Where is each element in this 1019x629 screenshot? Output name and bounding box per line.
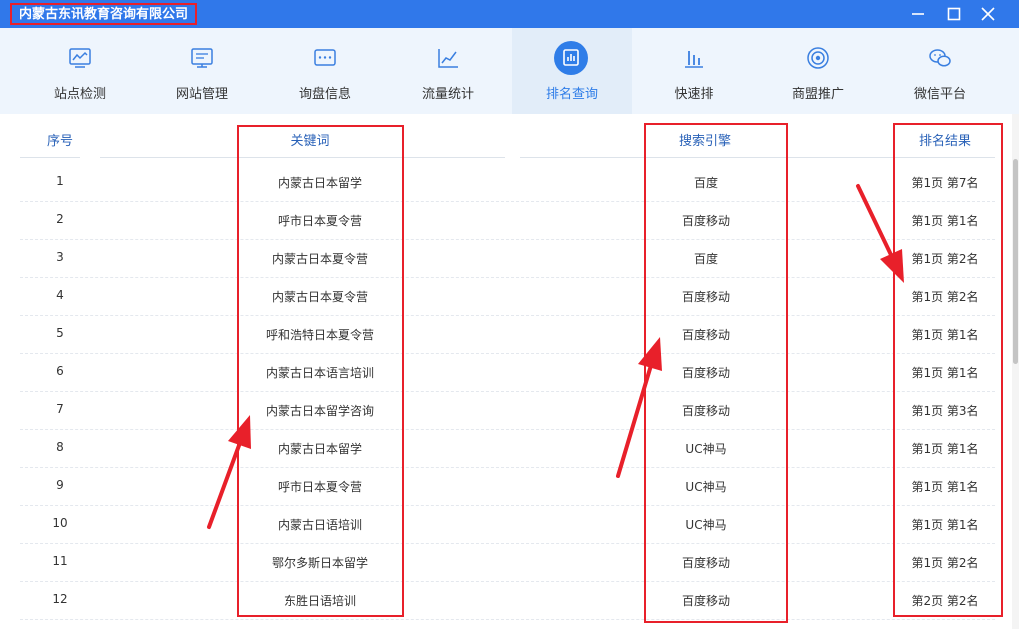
arrow-to-engine [616,337,662,478]
arrow-to-result [856,184,904,283]
annotation-arrows [207,184,904,529]
vertical-scrollbar[interactable] [1012,114,1019,629]
arrow-to-keyword [207,415,251,529]
scrollbar-thumb[interactable] [1013,159,1018,364]
